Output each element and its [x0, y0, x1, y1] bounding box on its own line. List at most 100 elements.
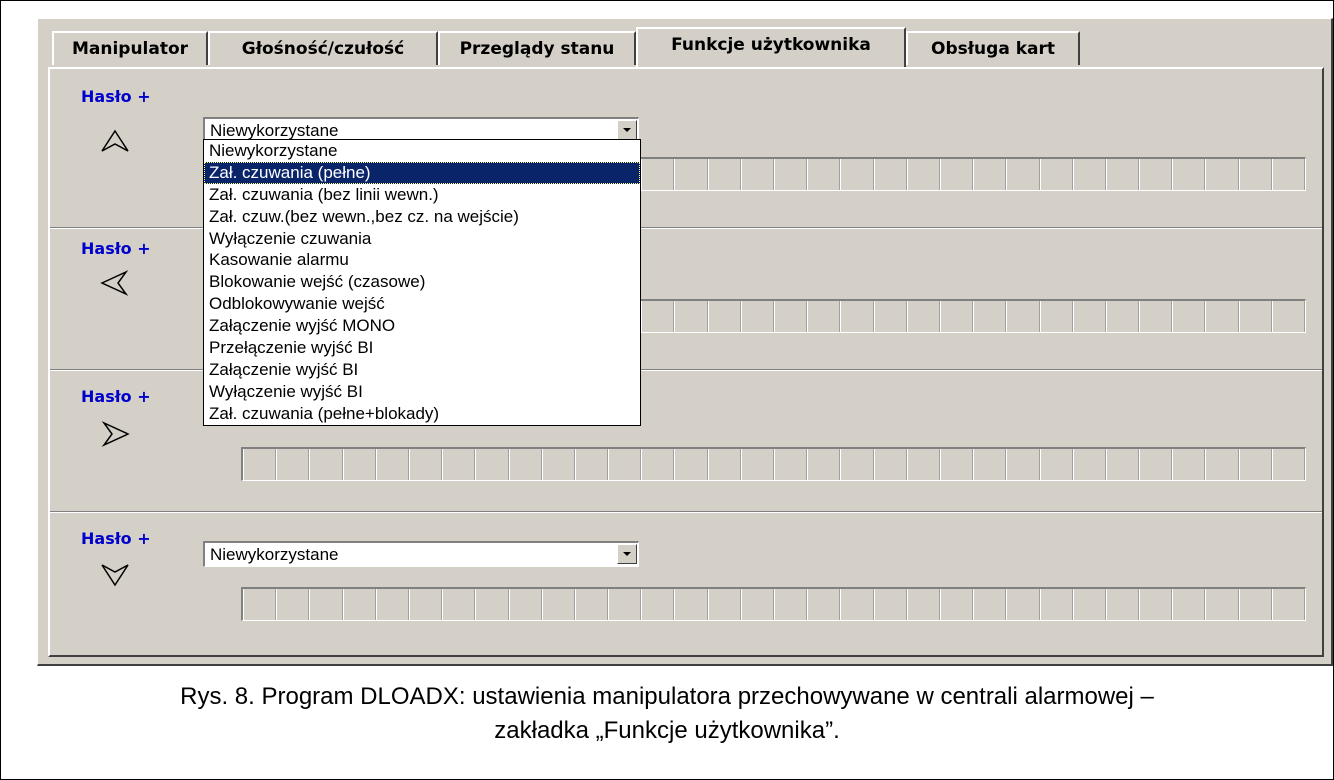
code-cell[interactable]: [475, 589, 509, 620]
code-cell[interactable]: [807, 449, 841, 480]
code-cell[interactable]: [973, 301, 1007, 332]
code-cell[interactable]: [574, 589, 609, 620]
code-cell[interactable]: [1238, 301, 1272, 332]
chevron-down-icon[interactable]: [617, 544, 637, 564]
code-cell[interactable]: [1072, 589, 1106, 620]
code-cell[interactable]: [774, 589, 808, 620]
code-cell[interactable]: [309, 449, 343, 480]
code-cell[interactable]: [906, 301, 940, 332]
code-cell[interactable]: [1072, 301, 1106, 332]
code-cell[interactable]: [1271, 449, 1305, 480]
code-cell[interactable]: [840, 159, 874, 190]
function-dropdown-list[interactable]: Niewykorzystane Zał. czuwania (pełne) Zał.…: [203, 139, 641, 426]
code-cell[interactable]: [1205, 589, 1239, 620]
code-cell[interactable]: [1039, 449, 1073, 480]
code-cell[interactable]: [906, 449, 940, 480]
code-cell[interactable]: [774, 449, 808, 480]
code-cell[interactable]: [807, 159, 841, 190]
dropdown-option[interactable]: Zał. czuwania (pełne+blokady): [204, 403, 640, 425]
code-cell[interactable]: [1006, 589, 1040, 620]
code-cell[interactable]: [342, 589, 376, 620]
dropdown-option[interactable]: Załączenie wyjść MONO: [204, 315, 640, 337]
code-cell[interactable]: [906, 589, 940, 620]
code-cell[interactable]: [1105, 159, 1140, 190]
code-cell[interactable]: [740, 449, 774, 480]
code-cell[interactable]: [807, 301, 841, 332]
dropdown-option[interactable]: Przełączenie wyjść BI: [204, 337, 640, 359]
code-cell[interactable]: [475, 449, 509, 480]
code-cell[interactable]: [1172, 301, 1206, 332]
function-select-4[interactable]: Niewykorzystane: [203, 541, 639, 567]
code-cell[interactable]: [508, 589, 542, 620]
dropdown-option[interactable]: Wyłączenie czuwania: [204, 228, 640, 250]
code-cell[interactable]: [342, 449, 376, 480]
dropdown-option[interactable]: Kasowanie alarmu: [204, 249, 640, 271]
code-cell[interactable]: [707, 159, 741, 190]
code-cell[interactable]: [309, 589, 343, 620]
code-cell[interactable]: [840, 589, 874, 620]
code-cell[interactable]: [840, 301, 874, 332]
code-cell[interactable]: [740, 301, 774, 332]
code-cell[interactable]: [674, 589, 708, 620]
code-cell[interactable]: [608, 449, 642, 480]
code-cell[interactable]: [939, 449, 974, 480]
code-cell[interactable]: [1238, 589, 1272, 620]
code-cell[interactable]: [1006, 159, 1040, 190]
code-cell[interactable]: [641, 449, 675, 480]
code-cell[interactable]: [442, 589, 476, 620]
code-cell[interactable]: [906, 159, 940, 190]
tab-przeglady-stanu[interactable]: Przeglądy stanu: [438, 31, 636, 65]
code-cell[interactable]: [840, 449, 874, 480]
code-cell[interactable]: [1105, 301, 1140, 332]
dropdown-option[interactable]: Odblokowywanie wejść: [204, 293, 640, 315]
code-cell[interactable]: [608, 589, 642, 620]
code-cell[interactable]: [375, 589, 409, 620]
code-cell[interactable]: [774, 301, 808, 332]
tab-glosnosc-czulosc[interactable]: Głośność/czułość: [208, 31, 438, 65]
code-cell[interactable]: [1271, 589, 1305, 620]
code-cell[interactable]: [1039, 589, 1073, 620]
code-cell[interactable]: [1271, 159, 1305, 190]
code-cell[interactable]: [408, 449, 443, 480]
dropdown-option[interactable]: Blokowanie wejść (czasowe): [204, 271, 640, 293]
dropdown-option[interactable]: Załączenie wyjść BI: [204, 359, 640, 381]
code-cell[interactable]: [574, 449, 609, 480]
code-cell[interactable]: [1105, 589, 1140, 620]
code-cell[interactable]: [276, 589, 310, 620]
code-cell[interactable]: [1271, 301, 1305, 332]
code-cell[interactable]: [939, 589, 974, 620]
code-cell[interactable]: [1238, 449, 1272, 480]
code-cell[interactable]: [939, 159, 974, 190]
dropdown-option[interactable]: Niewykorzystane: [204, 140, 640, 162]
code-cell[interactable]: [740, 159, 774, 190]
tab-obsluga-kart[interactable]: Obsługa kart: [906, 31, 1080, 65]
code-cell[interactable]: [641, 589, 675, 620]
code-cell[interactable]: [1205, 301, 1239, 332]
code-cell[interactable]: [1205, 159, 1239, 190]
code-cell[interactable]: [807, 589, 841, 620]
code-cell[interactable]: [939, 301, 974, 332]
code-cell[interactable]: [973, 449, 1007, 480]
code-cell[interactable]: [1105, 449, 1140, 480]
code-cell[interactable]: [973, 159, 1007, 190]
tab-manipulator[interactable]: Manipulator: [52, 31, 208, 65]
code-cell[interactable]: [408, 589, 443, 620]
code-cell[interactable]: [541, 589, 575, 620]
code-cell[interactable]: [1205, 449, 1239, 480]
dropdown-option[interactable]: Zał. czuwania (bez linii wewn.): [204, 184, 640, 206]
code-cell[interactable]: [508, 449, 542, 480]
code-cell[interactable]: [1139, 301, 1173, 332]
code-cell[interactable]: [442, 449, 476, 480]
code-cell[interactable]: [1172, 449, 1206, 480]
code-cell[interactable]: [1072, 449, 1106, 480]
code-cell[interactable]: [674, 449, 708, 480]
code-cell[interactable]: [541, 449, 575, 480]
dropdown-option[interactable]: Zał. czuwania (pełne): [204, 161, 640, 184]
code-cell[interactable]: [707, 589, 741, 620]
tab-funkcje-uzytkownika[interactable]: Funkcje użytkownika: [636, 27, 906, 67]
code-cell[interactable]: [243, 589, 277, 620]
code-cell[interactable]: [740, 589, 774, 620]
code-cell[interactable]: [973, 589, 1007, 620]
code-cell[interactable]: [1172, 589, 1206, 620]
code-cell[interactable]: [1039, 301, 1073, 332]
